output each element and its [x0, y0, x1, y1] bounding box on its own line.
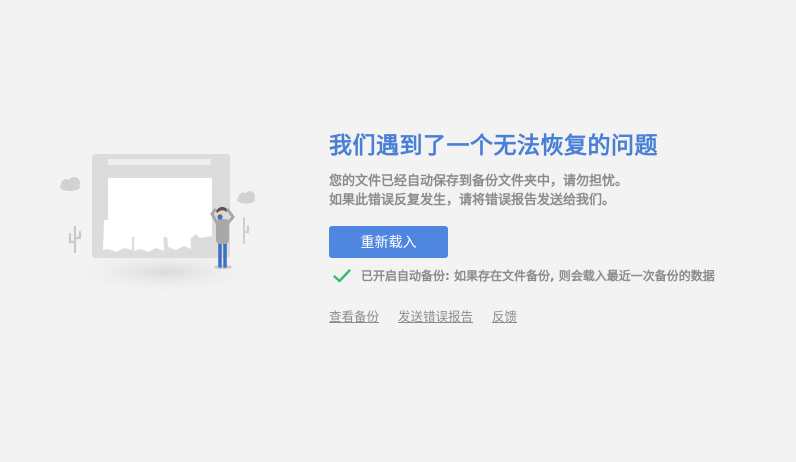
reload-button[interactable]: 重新载入	[329, 226, 448, 258]
check-icon	[333, 268, 351, 283]
feedback-link[interactable]: 反馈	[492, 306, 517, 325]
error-page: 我们遇到了一个无法恢复的问题 您的文件已经自动保存到备份文件夹中，请勿担忧。 如…	[0, 0, 796, 462]
description-line-2: 如果此错误反复发生，请将错误报告发送给我们。	[329, 193, 616, 208]
send-error-report-link[interactable]: 发送错误报告	[398, 306, 473, 325]
view-backup-link[interactable]: 查看备份	[329, 306, 379, 325]
broken-window-illustration	[57, 154, 273, 296]
error-content: 我们遇到了一个无法恢复的问题 您的文件已经自动保存到备份文件夹中，请勿担忧。 如…	[329, 130, 769, 325]
backup-status: 已开启自动备份: 如果存在文件备份, 则会载入最近一次备份的数据	[329, 264, 769, 286]
backup-status-text: 已开启自动备份: 如果存在文件备份, 则会载入最近一次备份的数据	[361, 268, 715, 283]
footer-links: 查看备份 发送错误报告 反馈	[329, 306, 769, 325]
error-illustration	[50, 140, 280, 305]
error-description: 您的文件已经自动保存到备份文件夹中，请勿担忧。 如果此错误反复发生，请将错误报告…	[329, 172, 769, 210]
description-line-1: 您的文件已经自动保存到备份文件夹中，请勿担忧。	[329, 174, 629, 189]
error-title: 我们遇到了一个无法恢复的问题	[329, 133, 658, 159]
